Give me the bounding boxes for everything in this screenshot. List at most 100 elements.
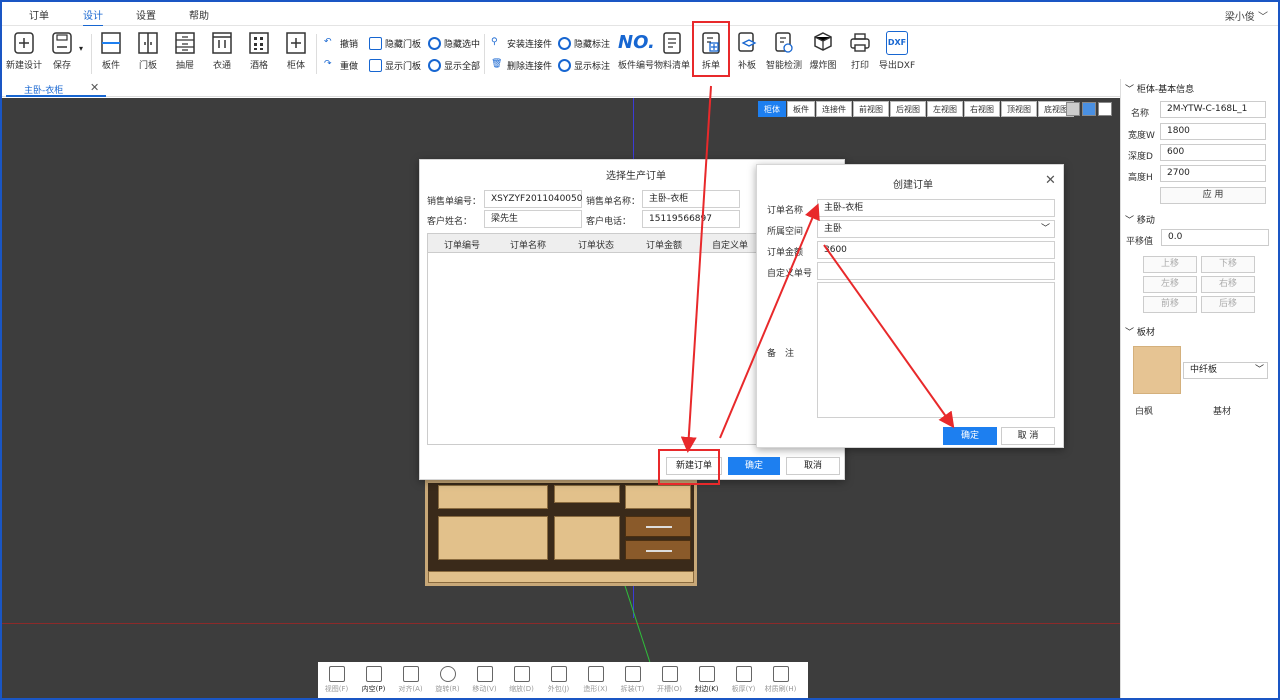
sales-name-field[interactable]: 主卧-衣柜 bbox=[642, 190, 740, 208]
sales-name-label: 销售单名称： bbox=[586, 197, 641, 207]
order-table-body[interactable] bbox=[427, 253, 757, 445]
name-field[interactable]: 2M-YTW-C-168L_1 bbox=[1160, 101, 1266, 118]
rotate-tool[interactable]: 旋转(R) bbox=[429, 662, 466, 698]
close-icon[interactable]: ✕ bbox=[1045, 173, 1056, 188]
document-tab[interactable]: 主卧-衣柜 ✕ bbox=[6, 79, 106, 97]
material-header[interactable]: ﹀ 板材 bbox=[1125, 325, 1155, 338]
offset-field[interactable]: 0.0 bbox=[1161, 229, 1269, 246]
edge-band-tool[interactable]: 封边(K) bbox=[688, 662, 725, 698]
smart-check-icon bbox=[773, 31, 795, 55]
inner-space-tool[interactable]: 内空(P) bbox=[355, 662, 392, 698]
order-name-field[interactable]: 主卧-衣柜 bbox=[817, 199, 1055, 217]
amount-field[interactable]: 3600 bbox=[817, 241, 1055, 259]
depth-field[interactable]: 600 bbox=[1160, 144, 1266, 161]
view-top-button[interactable]: 顶视图 bbox=[1001, 101, 1037, 117]
redo-button[interactable]: ↷ 重做 bbox=[324, 56, 358, 74]
disassemble-label: 拆装(T) bbox=[620, 685, 645, 693]
render-wire-icon[interactable] bbox=[1098, 102, 1112, 116]
x-axis-line bbox=[2, 623, 1120, 624]
menu-order[interactable]: 订单 bbox=[29, 7, 49, 22]
col-order-no[interactable]: 订单编号 bbox=[444, 238, 480, 251]
show-all-button[interactable]: 显示全部 bbox=[428, 56, 480, 74]
groove-tool[interactable]: 开槽(O) bbox=[651, 662, 688, 698]
cabinet-icon bbox=[285, 31, 307, 55]
hide-dimension-button[interactable]: 隐藏标注 bbox=[558, 34, 610, 52]
shelf-panel bbox=[438, 485, 548, 509]
rotate-label: 旋转(R) bbox=[435, 685, 460, 693]
create-cancel-button[interactable]: 取 消 bbox=[1001, 427, 1055, 445]
view-right-button[interactable]: 右视图 bbox=[964, 101, 1000, 117]
show-door-button[interactable]: 显示门板 bbox=[369, 56, 421, 74]
remark-textarea[interactable] bbox=[817, 282, 1055, 418]
hide-door-icon bbox=[369, 36, 382, 50]
shape-tool[interactable]: 造形(X) bbox=[577, 662, 614, 698]
view-tool[interactable]: 视图(F) bbox=[318, 662, 355, 698]
install-connector-button[interactable]: ⚲ 安装连接件 bbox=[491, 34, 552, 52]
basic-info-header[interactable]: ﹀ 柜体-基本信息 bbox=[1125, 82, 1194, 95]
panel-number-icon: NO. bbox=[618, 32, 655, 53]
view-panel-button[interactable]: 板件 bbox=[787, 101, 815, 117]
col-order-name[interactable]: 订单名称 bbox=[510, 238, 546, 251]
render-solid-icon[interactable] bbox=[1066, 102, 1080, 116]
export-dxf-button[interactable]: DXF 导出DXF bbox=[877, 28, 917, 78]
move-tool[interactable]: 移动(V) bbox=[466, 662, 503, 698]
wrap-tool[interactable]: 外包(J) bbox=[540, 662, 577, 698]
user-menu[interactable]: 梁小俊 ﹀ bbox=[1225, 8, 1268, 23]
sales-no-field[interactable]: XSYZYF2011040050 bbox=[484, 190, 582, 208]
space-select[interactable]: 主卧 ﹀ bbox=[817, 220, 1055, 238]
hide-selected-button[interactable]: 隐藏选中 bbox=[428, 34, 480, 52]
menu-help[interactable]: 帮助 bbox=[189, 7, 209, 22]
save-button[interactable]: 保存 bbox=[42, 28, 82, 78]
view-back-button[interactable]: 后视图 bbox=[890, 101, 926, 117]
create-confirm-button[interactable]: 确定 bbox=[943, 427, 997, 445]
move-front-button[interactable]: 前移 bbox=[1143, 296, 1197, 313]
order-cancel-button[interactable]: 取消 bbox=[786, 457, 840, 475]
disassemble-tool[interactable]: 拆装(T) bbox=[614, 662, 651, 698]
view-cabinet-button[interactable]: 柜体 bbox=[758, 101, 786, 117]
material-name: 白枫 bbox=[1135, 407, 1154, 417]
move-header[interactable]: ﹀ 移动 bbox=[1125, 213, 1155, 226]
view-front-button[interactable]: 前视图 bbox=[853, 101, 889, 117]
move-up-button[interactable]: 上移 bbox=[1143, 256, 1197, 273]
view-connector-button[interactable]: 连接件 bbox=[816, 101, 852, 117]
close-tab-icon[interactable]: ✕ bbox=[90, 81, 99, 94]
amount-label: 订单金额 bbox=[767, 248, 804, 258]
render-color-icon[interactable] bbox=[1082, 102, 1096, 116]
cabinet-button[interactable]: 柜体 bbox=[276, 28, 316, 78]
phone-field[interactable]: 15119566897 bbox=[642, 210, 740, 228]
order-confirm-button[interactable]: 确定 bbox=[728, 457, 780, 475]
customer-field[interactable]: 梁先生 bbox=[484, 210, 582, 228]
apply-button[interactable]: 应 用 bbox=[1160, 187, 1266, 204]
menu-design[interactable]: 设计 bbox=[83, 7, 103, 27]
show-door-label: 显示门板 bbox=[385, 61, 422, 72]
save-dropdown-icon[interactable]: ▾ bbox=[79, 44, 83, 53]
view-left-button[interactable]: 左视图 bbox=[927, 101, 963, 117]
col-order-amount[interactable]: 订单金额 bbox=[646, 238, 682, 251]
material-swatch[interactable] bbox=[1133, 346, 1181, 394]
material-select[interactable]: 中纤板 ﹀ bbox=[1183, 362, 1268, 379]
move-right-button[interactable]: 右移 bbox=[1201, 276, 1255, 293]
cabinet-model[interactable] bbox=[425, 480, 697, 586]
show-dimension-button[interactable]: 显示标注 bbox=[558, 56, 610, 74]
thickness-tool[interactable]: 板厚(Y) bbox=[725, 662, 762, 698]
menu-settings[interactable]: 设置 bbox=[136, 7, 156, 22]
drawer-icon bbox=[174, 31, 196, 55]
scale-tool[interactable]: 缩放(D) bbox=[503, 662, 540, 698]
new-design-icon bbox=[13, 31, 35, 55]
height-field[interactable]: 2700 bbox=[1160, 165, 1266, 182]
inner-space-label: 内空(P) bbox=[361, 685, 386, 693]
undo-button[interactable]: ↶ 撤销 bbox=[324, 34, 358, 52]
hide-door-button[interactable]: 隐藏门板 bbox=[369, 34, 421, 52]
move-left-button[interactable]: 左移 bbox=[1143, 276, 1197, 293]
delete-connector-icon: 🗑 bbox=[491, 58, 503, 69]
panel-icon bbox=[100, 31, 122, 55]
move-back-button[interactable]: 后移 bbox=[1201, 296, 1255, 313]
width-field[interactable]: 1800 bbox=[1160, 123, 1266, 140]
align-tool[interactable]: 对齐(A) bbox=[392, 662, 429, 698]
move-down-button[interactable]: 下移 bbox=[1201, 256, 1255, 273]
custom-no-field[interactable] bbox=[817, 262, 1055, 280]
material-brush-tool[interactable]: 材质刷(H) bbox=[762, 662, 799, 698]
delete-connector-button[interactable]: 🗑 删除连接件 bbox=[491, 56, 552, 74]
app-window: 订单 设计 设置 帮助 梁小俊 ﹀ 新建设计 保存 ▾ 板件 门板 抽屉 衣通 … bbox=[0, 0, 1280, 700]
col-order-status[interactable]: 订单状态 bbox=[578, 238, 614, 251]
